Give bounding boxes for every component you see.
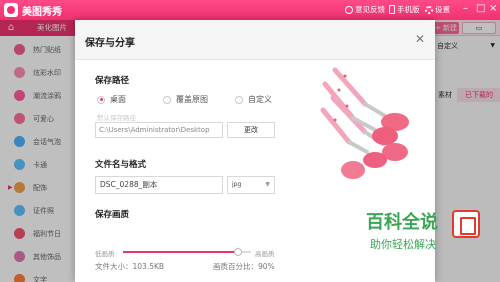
format-value: jpg xyxy=(232,181,242,188)
radio-desktop[interactable]: 桌面 xyxy=(97,94,126,105)
radio-checked-icon xyxy=(97,95,105,104)
format-select[interactable]: jpg ▼ xyxy=(227,176,275,194)
quality-slider-thumb[interactable] xyxy=(234,248,243,256)
close-icon[interactable]: ✕ xyxy=(415,32,425,46)
close-window-icon[interactable]: × xyxy=(489,3,497,15)
radio-overwrite[interactable]: 覆盖原图 xyxy=(163,94,208,105)
mobile-label: 手机版 xyxy=(397,5,420,14)
app-title: 美图秀秀 xyxy=(22,7,62,18)
default-path-hint: 默认保存路径 xyxy=(97,114,136,122)
watermark-title: 百科全说 xyxy=(366,212,438,233)
minimize-icon[interactable]: – xyxy=(463,3,468,15)
dialog-title: 保存与分享 xyxy=(85,38,135,49)
quality-slider-fill xyxy=(123,251,239,253)
chevron-down-icon: ▼ xyxy=(265,181,270,188)
mobile-link[interactable]: 手机版 xyxy=(389,4,420,15)
change-path-button[interactable]: 更改 xyxy=(227,122,275,138)
name-section-label: 文件名与格式 xyxy=(95,160,147,170)
phone-icon xyxy=(389,5,395,14)
gear-icon xyxy=(425,5,433,14)
quality-slider[interactable] xyxy=(123,248,251,256)
quality-low-label: 低画质 xyxy=(95,250,115,258)
quality-section-label: 保存画质 xyxy=(95,210,130,220)
radio-custom[interactable]: 自定义 xyxy=(235,94,272,105)
quality-high-label: 高画质 xyxy=(255,250,275,258)
radio-label: 桌面 xyxy=(110,95,126,104)
maximize-icon[interactable]: □ xyxy=(476,3,485,15)
watermark-logo-icon xyxy=(452,210,480,238)
feedback-icon xyxy=(345,5,353,14)
file-size-text: 文件大小：103.5KB xyxy=(95,262,165,271)
radio-label: 覆盖原图 xyxy=(176,95,208,104)
radio-unchecked-icon xyxy=(235,95,243,104)
path-section-label: 保存路径 xyxy=(95,76,130,86)
radio-label: 自定义 xyxy=(248,95,272,104)
quality-percent-text: 画质百分比：90% xyxy=(213,262,275,271)
radio-unchecked-icon xyxy=(163,95,171,104)
feedback-label: 意见反馈 xyxy=(355,5,385,14)
dialog-header: 保存与分享 ✕ xyxy=(75,20,435,60)
feedback-link[interactable]: 意见反馈 xyxy=(345,4,385,15)
title-bar: 美图秀秀 意见反馈 手机版 设置 – □ × xyxy=(0,0,500,20)
app-logo-icon xyxy=(4,3,18,17)
settings-label: 设置 xyxy=(435,5,450,14)
save-path-input[interactable]: C:\Users\Administrator\Desktop xyxy=(95,122,223,138)
settings-link[interactable]: 设置 xyxy=(425,4,450,15)
watermark-subtitle: 助你轻松解决 xyxy=(370,238,436,251)
file-name-input[interactable]: DSC_0288_副本 xyxy=(95,176,223,194)
